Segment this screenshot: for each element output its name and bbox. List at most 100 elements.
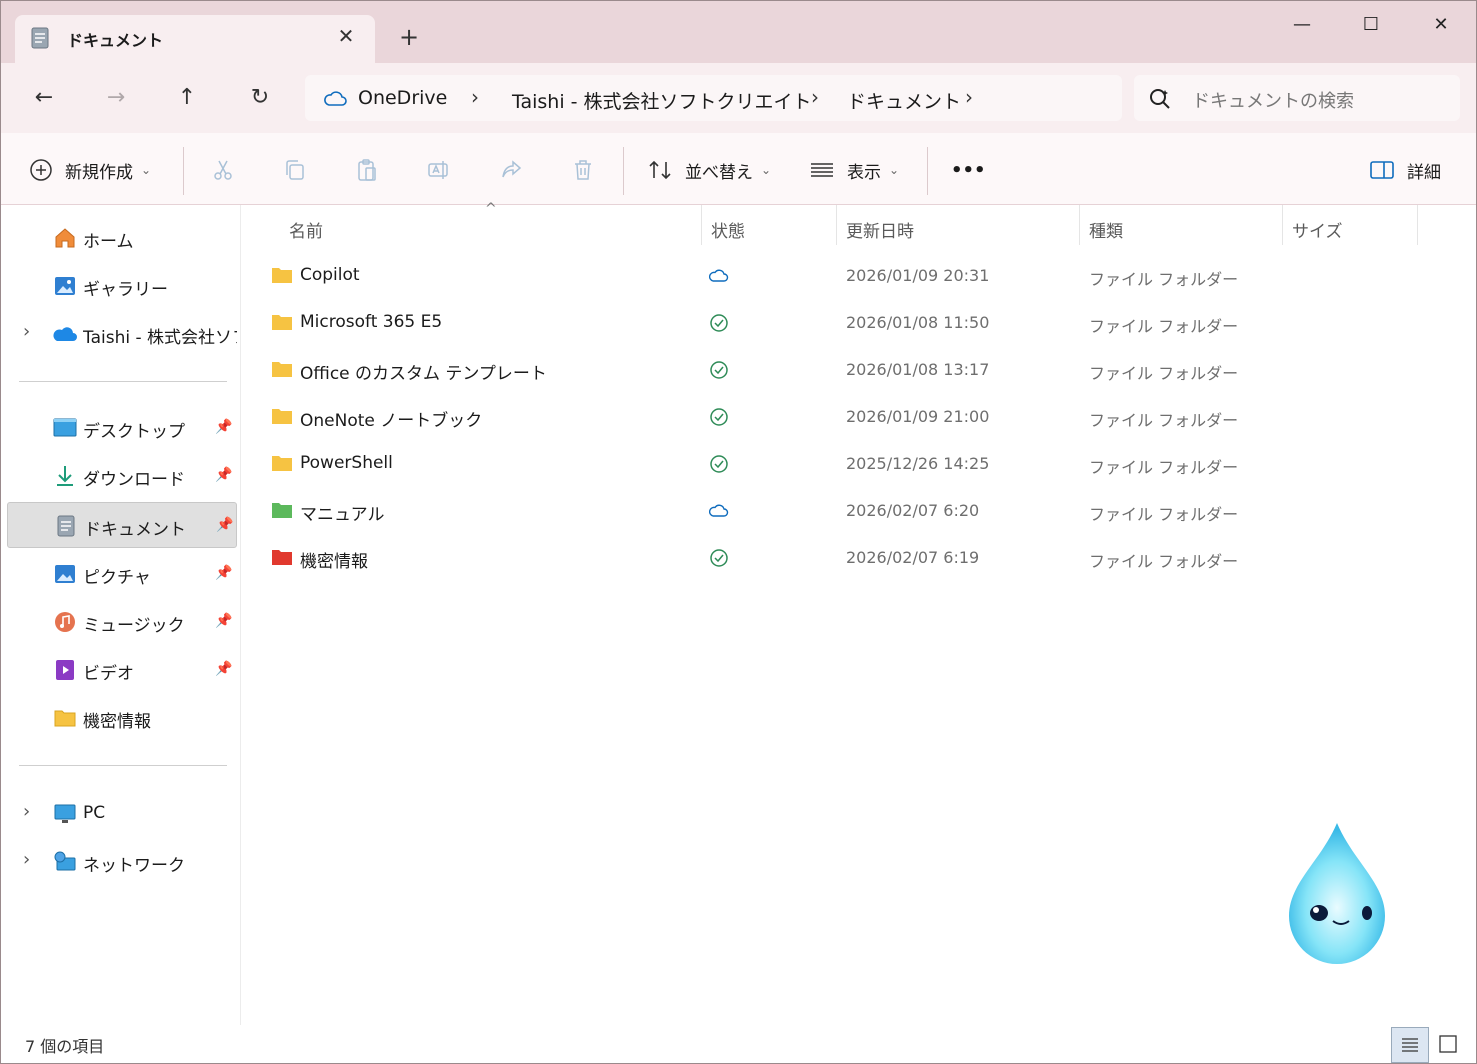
sidebar-item-gallery[interactable]: ギャラリー bbox=[7, 263, 237, 309]
large-icons-view-icon bbox=[1439, 1035, 1457, 1053]
paste-button[interactable] bbox=[355, 153, 379, 187]
sort-button[interactable]: 並べ替え ⌄ bbox=[647, 153, 771, 187]
column-divider[interactable] bbox=[1417, 205, 1418, 245]
pin-icon[interactable]: 📌 bbox=[215, 613, 232, 629]
folder-icon bbox=[272, 409, 292, 424]
file-date: 2026/01/08 11:50 bbox=[846, 313, 990, 332]
sidebar-item-onedrive[interactable]: › Taishi - 株式会社ソフトクリエイト bbox=[7, 311, 237, 357]
pin-icon[interactable]: 📌 bbox=[215, 661, 232, 677]
large-icons-view-button[interactable] bbox=[1431, 1027, 1469, 1063]
breadcrumb-documents[interactable]: ドキュメント bbox=[847, 87, 961, 114]
sidebar-item-home[interactable]: ホーム bbox=[7, 215, 237, 261]
file-row[interactable]: Copilot 2026/01/09 20:31 ファイル フォルダー bbox=[261, 254, 1421, 300]
file-row[interactable]: PowerShell 2025/12/26 14:25 ファイル フォルダー bbox=[261, 442, 1421, 488]
delete-button[interactable] bbox=[571, 153, 595, 187]
chevron-right-icon[interactable]: › bbox=[23, 801, 30, 822]
cloud-icon bbox=[324, 91, 347, 106]
view-button-label: 表示 bbox=[847, 162, 881, 183]
more-options-button[interactable]: ••• bbox=[951, 153, 986, 187]
chevron-right-icon[interactable]: › bbox=[23, 849, 30, 870]
chevron-down-icon: ⌄ bbox=[141, 163, 152, 177]
file-row[interactable]: Office のカスタム テンプレート 2026/01/08 13:17 ファイル … bbox=[261, 348, 1421, 394]
column-header-status[interactable]: 状態 bbox=[711, 217, 745, 242]
tab-documents[interactable]: ドキュメント ✕ bbox=[15, 15, 375, 63]
file-name[interactable]: OneNote ノートブック bbox=[300, 406, 482, 431]
file-row[interactable]: OneNote ノートブック 2026/01/09 21:00 ファイル フォルダー bbox=[261, 395, 1421, 441]
search-box[interactable]: ドキュメントの検索 bbox=[1134, 75, 1460, 121]
file-row[interactable]: Microsoft 365 E5 2026/01/08 11:50 ファイル フォル… bbox=[261, 301, 1421, 347]
sidebar-item-confidential[interactable]: 機密情報 bbox=[7, 695, 237, 741]
file-date: 2026/01/09 21:00 bbox=[846, 407, 990, 426]
refresh-button[interactable]: ↻ bbox=[241, 79, 279, 117]
address-bar[interactable]: OneDrive › Taishi - 株式会社ソフトクリエイト › ドキュメン… bbox=[305, 75, 1122, 121]
column-header-size[interactable]: サイズ bbox=[1292, 217, 1343, 242]
breadcrumb-separator-icon[interactable]: › bbox=[811, 85, 819, 109]
column-divider[interactable] bbox=[701, 205, 702, 245]
rename-button[interactable] bbox=[427, 153, 451, 187]
share-button[interactable] bbox=[499, 153, 523, 187]
copy-button[interactable] bbox=[283, 153, 307, 187]
sidebar-item-music[interactable]: ミュージック 📌 bbox=[7, 599, 237, 645]
sidebar-item-documents[interactable]: ドキュメント 📌 bbox=[7, 502, 237, 548]
cut-button[interactable] bbox=[211, 153, 235, 187]
details-pane-icon bbox=[1370, 161, 1394, 179]
toolbar-divider bbox=[927, 147, 928, 195]
cloud-icon bbox=[709, 504, 729, 517]
sidebar-divider bbox=[19, 381, 227, 382]
pin-icon[interactable]: 📌 bbox=[215, 565, 232, 581]
tab-close-icon[interactable]: ✕ bbox=[333, 23, 359, 49]
sidebar-item-network[interactable]: › ネットワーク bbox=[7, 839, 237, 885]
item-count: 7 個の項目 bbox=[25, 1037, 105, 1056]
file-name[interactable]: マニュアル bbox=[300, 500, 385, 525]
minimize-button[interactable]: — bbox=[1279, 9, 1325, 41]
sidebar-divider bbox=[19, 765, 227, 766]
breadcrumb-separator-icon[interactable]: › bbox=[471, 85, 479, 109]
sidebar-item-label: Taishi - 株式会社ソフトクリエイト bbox=[83, 328, 237, 348]
new-button[interactable]: 新規作成 ⌄ bbox=[29, 153, 151, 187]
forward-button[interactable]: → bbox=[97, 79, 135, 117]
sidebar-item-videos[interactable]: ビデオ 📌 bbox=[7, 647, 237, 693]
details-view-button[interactable] bbox=[1391, 1027, 1429, 1063]
column-header-type[interactable]: 種類 bbox=[1089, 217, 1123, 242]
list-view-icon bbox=[811, 163, 833, 177]
sidebar-item-desktop[interactable]: デスクトップ 📌 bbox=[7, 405, 237, 451]
file-name[interactable]: PowerShell bbox=[300, 453, 393, 473]
column-header-modified[interactable]: 更新日時 bbox=[846, 217, 914, 242]
column-divider[interactable] bbox=[1079, 205, 1080, 245]
column-divider[interactable] bbox=[836, 205, 837, 245]
maximize-button[interactable]: ☐ bbox=[1348, 9, 1394, 41]
column-header-name[interactable]: 名前 bbox=[289, 217, 323, 242]
sidebar-item-downloads[interactable]: ダウンロード 📌 bbox=[7, 453, 237, 499]
up-button[interactable]: ↑ bbox=[168, 79, 206, 117]
sidebar-item-pictures[interactable]: ピクチャ 📌 bbox=[7, 551, 237, 597]
file-row[interactable]: マニュアル 2026/02/07 6:20 ファイル フォルダー bbox=[261, 489, 1421, 535]
desktop-icon bbox=[53, 418, 77, 437]
pin-icon[interactable]: 📌 bbox=[215, 467, 232, 483]
file-name[interactable]: Office のカスタム テンプレート bbox=[300, 359, 547, 384]
file-name[interactable]: Copilot bbox=[300, 265, 360, 285]
search-icon bbox=[1150, 89, 1170, 109]
pin-icon[interactable]: 📌 bbox=[215, 419, 232, 435]
details-pane-button[interactable]: 詳細 bbox=[1369, 153, 1441, 187]
view-button[interactable]: 表示 ⌄ bbox=[809, 153, 899, 187]
new-tab-button[interactable]: + bbox=[393, 21, 425, 53]
file-name[interactable]: Microsoft 365 E5 bbox=[300, 312, 442, 332]
close-button[interactable]: ✕ bbox=[1418, 9, 1464, 41]
chevron-right-icon[interactable]: › bbox=[23, 321, 30, 342]
cloud-icon bbox=[709, 269, 729, 282]
title-bar: ドキュメント ✕ + — ☐ ✕ bbox=[1, 1, 1476, 63]
search-input[interactable]: ドキュメントの検索 bbox=[1192, 87, 1354, 113]
onedrive-icon bbox=[53, 327, 77, 341]
chevron-down-icon: ⌄ bbox=[889, 163, 900, 177]
file-type: ファイル フォルダー bbox=[1089, 505, 1239, 524]
sidebar-item-pc[interactable]: › PC bbox=[7, 791, 237, 837]
breadcrumb-separator-icon[interactable]: › bbox=[965, 85, 973, 109]
column-divider[interactable] bbox=[1282, 205, 1283, 245]
breadcrumb-onedrive[interactable]: OneDrive bbox=[358, 87, 447, 109]
back-button[interactable]: ← bbox=[25, 79, 63, 117]
file-row[interactable]: 機密情報 2026/02/07 6:19 ファイル フォルダー bbox=[261, 536, 1421, 582]
file-date: 2026/02/07 6:20 bbox=[846, 501, 980, 520]
breadcrumb-taishi[interactable]: Taishi - 株式会社ソフトクリエイト bbox=[512, 87, 812, 114]
file-name[interactable]: 機密情報 bbox=[300, 547, 368, 572]
pin-icon[interactable]: 📌 bbox=[216, 517, 233, 533]
